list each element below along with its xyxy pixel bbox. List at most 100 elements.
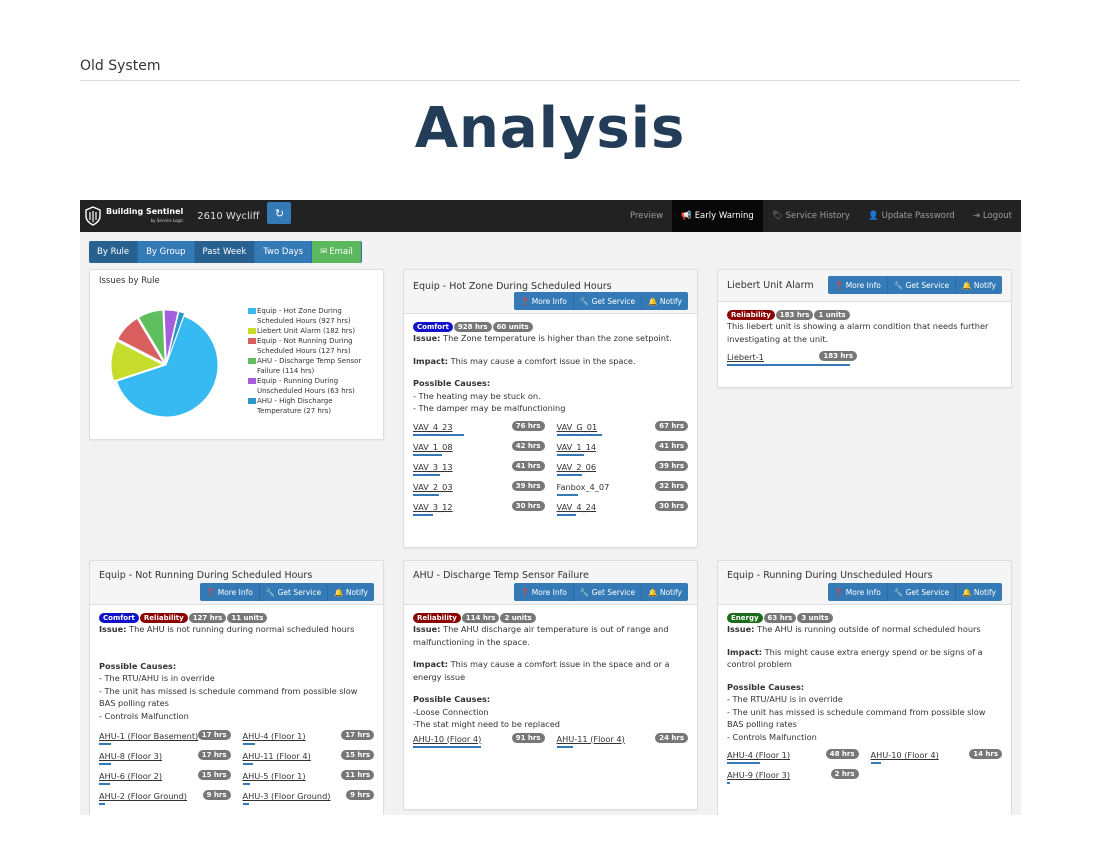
unit-name[interactable]: AHU-1 (Floor Basement) — [99, 731, 198, 741]
unit-row[interactable]: AHU-11 (Floor 4) 24 hrs — [556, 732, 688, 753]
unit-name[interactable]: AHU-6 (Floor 2) — [99, 771, 162, 781]
unit-name[interactable]: VAV_2_06 — [557, 462, 597, 472]
more-info-button[interactable]: ❓ More Info — [827, 276, 888, 294]
brand[interactable]: Building Sentinel by Service Logic — [84, 206, 183, 226]
unit-name[interactable]: VAV_3_12 — [413, 502, 453, 512]
notify-button[interactable]: 🔔 Notify — [956, 583, 1002, 601]
unit-row[interactable]: AHU-6 (Floor 2) 15 hrs — [99, 770, 231, 790]
legend-swatch — [248, 378, 256, 384]
unit-hours-bar — [413, 433, 464, 436]
unit-name[interactable]: AHU-3 (Floor Ground) — [243, 791, 331, 801]
category-badge: Reliability — [727, 310, 775, 320]
notify-button[interactable]: 🔔 Notify — [956, 276, 1002, 294]
unit-hours-bar — [556, 493, 578, 496]
more-info-button[interactable]: ❓ More Info — [827, 583, 888, 601]
filter-by-group[interactable]: By Group — [138, 241, 195, 263]
unit-row[interactable]: VAV_2_03 39 hrs — [413, 480, 545, 501]
unit-name[interactable]: Liebert-1 — [727, 352, 764, 362]
unit-row[interactable]: Liebert-1 183 hrs — [727, 351, 857, 371]
unit-hours-bar — [727, 782, 730, 784]
unit-row[interactable]: AHU-4 (Floor 1) 48 hrs — [727, 749, 859, 769]
unit-row[interactable]: VAV_4_23 76 hrs — [413, 420, 545, 441]
unit-row[interactable]: AHU-10 (Floor 4) 91 hrs — [413, 732, 545, 753]
unit-hours-bar — [556, 745, 573, 748]
unit-name[interactable]: AHU-11 (Floor 4) — [243, 751, 311, 761]
unit-name[interactable]: AHU-11 (Floor 4) — [557, 734, 625, 744]
notify-label: Notify — [659, 296, 682, 306]
unit-row[interactable]: VAV_4_24 30 hrs — [556, 500, 688, 521]
more-info-label: More Info — [531, 587, 567, 597]
unit-name[interactable]: AHU-10 (Floor 4) — [413, 734, 481, 744]
unit-name[interactable]: VAV_4_24 — [557, 502, 597, 512]
nav-logout[interactable]: ⇥ Logout — [964, 200, 1021, 232]
unit-name[interactable]: VAV_3_13 — [413, 462, 453, 472]
more-info-button[interactable]: ❓ More Info — [513, 583, 574, 601]
unit-row[interactable]: VAV_2_06 39 hrs — [556, 460, 688, 481]
notify-button[interactable]: 🔔 Notify — [642, 583, 688, 601]
unit-name[interactable]: AHU-2 (Floor Ground) — [99, 791, 187, 801]
more-info-button[interactable]: ❓ More Info — [199, 583, 260, 601]
filter-by-rule[interactable]: By Rule — [89, 241, 139, 263]
unit-name[interactable]: VAV_2_03 — [413, 482, 453, 492]
unit-row[interactable]: AHU-1 (Floor Basement) 17 hrs — [99, 730, 231, 750]
logout-icon: ⇥ — [972, 211, 980, 221]
more-info-button[interactable]: ❓ More Info — [513, 292, 574, 310]
unit-name[interactable]: AHU-8 (Floor 3) — [99, 751, 162, 761]
unit-name[interactable]: VAV_1_14 — [557, 442, 597, 452]
unit-hours-badge: 17 hrs — [197, 750, 231, 760]
unit-name[interactable]: AHU-4 (Floor 1) — [243, 731, 306, 741]
unit-row[interactable]: AHU-10 (Floor 4) 14 hrs — [870, 749, 1002, 769]
unit-row[interactable]: AHU-2 (Floor Ground) 9 hrs — [99, 790, 231, 810]
unit-hours-bar — [413, 493, 439, 496]
unit-row[interactable]: AHU-3 (Floor Ground) 9 hrs — [242, 790, 374, 810]
filter-two-days[interactable]: Two Days — [255, 241, 313, 263]
question-icon: ❓ — [519, 587, 530, 597]
unit-name[interactable]: VAV_4_23 — [413, 422, 453, 432]
unit-row[interactable]: Fanbox_4_07 32 hrs — [556, 480, 688, 501]
bell-icon: 🔔 — [962, 587, 972, 597]
causes-heading: Possible Causes: — [413, 378, 491, 388]
unit-name[interactable]: VAV_G_01 — [557, 422, 598, 432]
nav-service-history[interactable]: 🏷 Service History — [763, 200, 859, 232]
unit-name[interactable]: Fanbox_4_07 — [557, 482, 610, 492]
causes-heading: Possible Causes: — [413, 694, 491, 704]
get-service-button[interactable]: 🔧 Get Service — [887, 583, 957, 601]
unit-name[interactable]: AHU-10 (Floor 4) — [871, 750, 939, 760]
nav-update-password[interactable]: 👤 Update Password — [859, 200, 964, 232]
nav-preview[interactable]: Preview — [621, 200, 672, 232]
legend-label: Equip - Running During Unscheduled Hours… — [257, 377, 355, 395]
question-icon: ❓ — [519, 296, 530, 306]
unit-name[interactable]: AHU-9 (Floor 3) — [727, 770, 790, 780]
wrench-icon: 🔧 — [579, 296, 590, 306]
unit-row[interactable]: AHU-4 (Floor 1) 17 hrs — [242, 730, 374, 750]
unit-row[interactable]: AHU-8 (Floor 3) 17 hrs — [99, 750, 231, 770]
hours-badge: 928 hrs — [453, 322, 492, 332]
wrench-icon: 🔧 — [893, 587, 904, 597]
site-name: 2610 Wycliff — [197, 210, 260, 222]
unit-name[interactable]: AHU-5 (Floor 1) — [243, 771, 306, 781]
get-service-button[interactable]: 🔧 Get Service — [259, 583, 329, 601]
unit-hours-bar — [99, 763, 111, 765]
get-service-button[interactable]: 🔧 Get Service — [887, 276, 957, 294]
get-service-button[interactable]: 🔧 Get Service — [573, 583, 643, 601]
unit-row[interactable]: VAV_1_14 41 hrs — [556, 440, 688, 461]
email-button[interactable]: ✉ Email — [312, 241, 362, 263]
unit-name[interactable]: AHU-4 (Floor 1) — [727, 750, 790, 760]
unit-row[interactable]: AHU-5 (Floor 1) 11 hrs — [242, 770, 374, 790]
get-service-button[interactable]: 🔧 Get Service — [573, 292, 643, 310]
refresh-button[interactable]: ↻ — [267, 202, 292, 224]
unit-row[interactable]: VAV_1_08 42 hrs — [413, 440, 545, 461]
unit-name[interactable]: VAV_1_08 — [413, 442, 453, 452]
unit-row[interactable]: AHU-9 (Floor 3) 2 hrs — [727, 769, 859, 789]
cause-item: - The heating may be stuck on. — [413, 390, 541, 401]
filter-past-week[interactable]: Past Week — [194, 241, 256, 263]
unit-row[interactable]: VAV_G_01 67 hrs — [556, 420, 688, 441]
unit-hours-bar — [556, 453, 584, 456]
notify-button[interactable]: 🔔 Notify — [328, 583, 374, 601]
unit-row[interactable]: VAV_3_13 41 hrs — [413, 460, 545, 481]
unit-row[interactable]: AHU-11 (Floor 4) 15 hrs — [242, 750, 374, 770]
bell-icon: 🔔 — [648, 587, 658, 597]
notify-button[interactable]: 🔔 Notify — [642, 292, 688, 310]
nav-early-warning[interactable]: 📢 Early Warning — [672, 200, 763, 232]
unit-row[interactable]: VAV_3_12 30 hrs — [413, 500, 545, 521]
